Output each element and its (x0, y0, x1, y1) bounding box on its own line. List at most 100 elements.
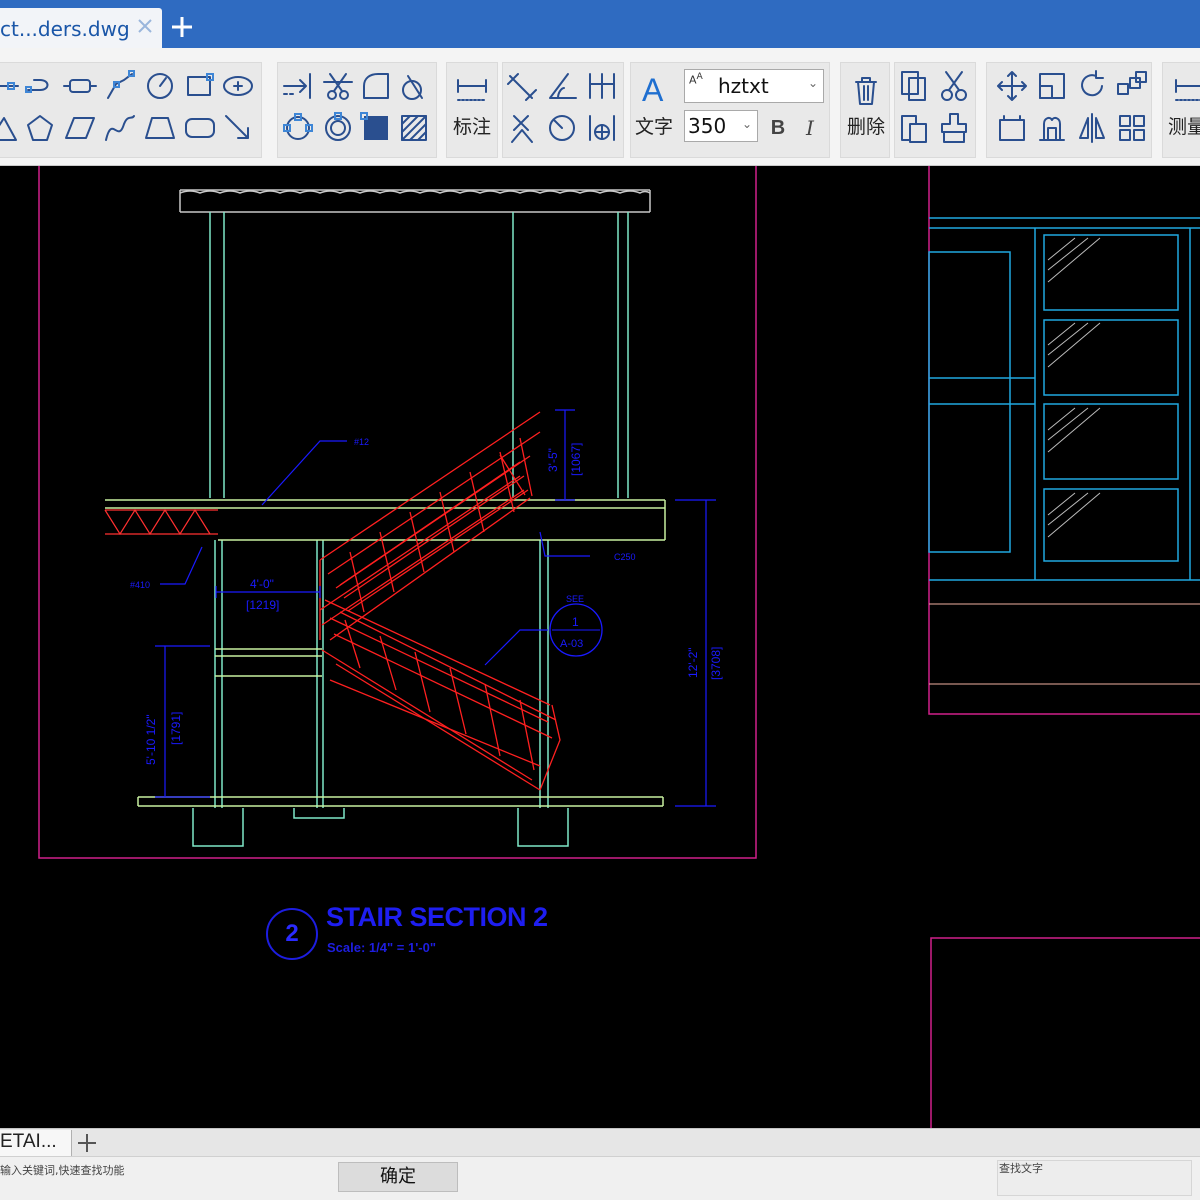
spline-tool-icon[interactable] (102, 68, 138, 104)
scale-icon[interactable] (1034, 68, 1070, 104)
rectangle-line-tool-icon[interactable] (62, 68, 98, 104)
structure-posts (192, 212, 629, 847)
ribbon-toolbar: 标注 A 文字 AA hztxt ⌄ 350 ⌄ B I 删除 测量 (0, 48, 1200, 166)
dim-12-2: 12'-2" (686, 647, 700, 678)
ellipse-tool-icon[interactable] (220, 68, 256, 104)
rotate-icon[interactable] (1074, 68, 1110, 104)
detail-ref: A-03 (560, 638, 583, 650)
dim-5-10: 5'-10 1/2" (144, 714, 158, 765)
dim-1791: [1791] (169, 712, 183, 745)
text-button-label[interactable]: 文字 (635, 112, 673, 139)
offset-tool-icon[interactable] (320, 110, 356, 146)
trash-icon[interactable] (848, 72, 884, 108)
label-h10: #410 (130, 580, 150, 590)
arrow-tool-icon[interactable] (220, 110, 256, 146)
dimension-button-label[interactable]: 标注 (453, 112, 491, 139)
drawing-title: STAIR SECTION 2 (326, 902, 548, 932)
measure-icon[interactable] (1172, 72, 1200, 108)
parallelogram-tool-icon[interactable] (62, 110, 98, 146)
extend-tool-icon[interactable] (280, 68, 316, 104)
plus-icon[interactable] (75, 1131, 99, 1155)
note-see: SEE (566, 594, 584, 604)
mirror-icon[interactable] (1074, 110, 1110, 146)
move-icon[interactable] (994, 68, 1030, 104)
layout-tab-label: ETAI... (0, 1131, 57, 1152)
document-tab[interactable]: ct...ders.dwg (0, 8, 162, 48)
freehand-tool-icon[interactable] (102, 110, 138, 146)
hatch-tool-icon[interactable] (358, 110, 394, 146)
drawing-scale: Scale: 1/4" = 1'-0" (327, 940, 437, 955)
fillet-tool-icon[interactable] (358, 68, 394, 104)
chevron-down-icon: ⌄ (807, 76, 818, 90)
font-select-value: hztxt (718, 74, 769, 98)
measure-button-label[interactable]: 测量 (1168, 112, 1200, 139)
label-c250: C250 (614, 552, 636, 562)
region-tool-icon[interactable] (396, 110, 432, 146)
aligned-dimension-icon[interactable] (504, 68, 540, 104)
confirm-button[interactable]: 确定 (338, 1162, 458, 1192)
window-hatch (1047, 237, 1101, 538)
detail-num: 1 (572, 615, 579, 629)
stair-lower-flight (321, 599, 561, 791)
cad-drawing: 4'-0" [1219] 3'-5" [1067] 5'-10 1/2" [17… (38, 166, 1200, 1128)
dim-3-5: 3'-5" (546, 448, 560, 472)
dim-1219: [1219] (246, 598, 279, 612)
sill-lines (929, 603, 1200, 685)
close-icon[interactable] (133, 14, 157, 38)
text-height-select[interactable]: 350 ⌄ (684, 110, 758, 142)
multiline-tool-icon[interactable] (22, 68, 58, 104)
trim-tool-icon[interactable] (320, 68, 356, 104)
circle-tool-icon[interactable] (142, 68, 178, 104)
array-icon[interactable] (1114, 68, 1150, 104)
ordinate-dimension-icon[interactable] (504, 110, 540, 146)
paste-icon[interactable] (896, 110, 932, 146)
font-select[interactable]: AA hztxt ⌄ (684, 69, 824, 103)
dimension-icon[interactable] (454, 72, 490, 108)
text-height-value: 350 (688, 114, 727, 138)
document-tab-bar: ct...ders.dwg (0, 0, 1200, 48)
radius-dimension-icon[interactable] (544, 110, 580, 146)
stretch-icon[interactable] (994, 110, 1030, 146)
pentagon-tool-icon[interactable] (22, 110, 58, 146)
command-search-input[interactable]: 输入关键词,快速查找功能 (0, 1159, 336, 1197)
plus-icon[interactable] (169, 14, 195, 40)
match-properties-icon[interactable] (936, 110, 972, 146)
cut-icon[interactable] (936, 68, 972, 104)
delete-button-label[interactable]: 删除 (847, 112, 885, 139)
find-text-label: 查找文字 (999, 1162, 1043, 1175)
drawing-title-number: 2 (266, 908, 318, 960)
chevron-down-icon: ⌄ (741, 117, 752, 131)
rectangle-tool-icon[interactable] (182, 68, 218, 104)
dim-3708: [3708] (709, 647, 723, 680)
chamfer-tool-icon[interactable] (396, 68, 432, 104)
italic-button[interactable]: I (794, 112, 826, 144)
triangle-tool-icon[interactable] (0, 110, 22, 146)
dimension-lines (155, 409, 716, 807)
trapezoid-tool-icon[interactable] (142, 110, 178, 146)
drawing-canvas[interactable]: 4'-0" [1219] 3'-5" [1067] 5'-10 1/2" [17… (0, 166, 1200, 1128)
copy-icon[interactable] (896, 68, 932, 104)
layout-tab[interactable]: ETAI... (0, 1130, 72, 1156)
bold-button[interactable]: B (762, 112, 794, 144)
viewport-frame-right (928, 166, 1200, 715)
layout-tab-bar: ETAI... (0, 1128, 1200, 1156)
center-mark-icon[interactable] (584, 110, 620, 146)
cad-app: ct...ders.dwg 标注 A 文字 AA hztxt ⌄ 350 ⌄ B… (0, 0, 1200, 1200)
floor-joist (104, 508, 218, 536)
angular-dimension-icon[interactable] (544, 68, 580, 104)
text-icon[interactable]: A (642, 72, 663, 109)
status-bar: 输入关键词,快速查找功能 确定 查找文字 (0, 1156, 1200, 1200)
group-icon[interactable] (1114, 110, 1150, 146)
dim-4-0: 4'-0" (250, 577, 274, 591)
explode-tool-icon[interactable] (280, 110, 316, 146)
stair-upper-flight (319, 411, 541, 641)
block-icon[interactable] (1034, 110, 1070, 146)
label-h12: #12 (354, 437, 369, 447)
continue-dimension-icon[interactable] (584, 68, 620, 104)
window-elevation (928, 217, 1200, 581)
document-tab-label: ct...ders.dwg (0, 17, 130, 41)
rounded-rectangle-tool-icon[interactable] (182, 110, 218, 146)
dim-1067: [1067] (569, 443, 583, 476)
viewport-frame-lower-right (930, 937, 1200, 1128)
font-style-icon: AA (689, 71, 703, 87)
